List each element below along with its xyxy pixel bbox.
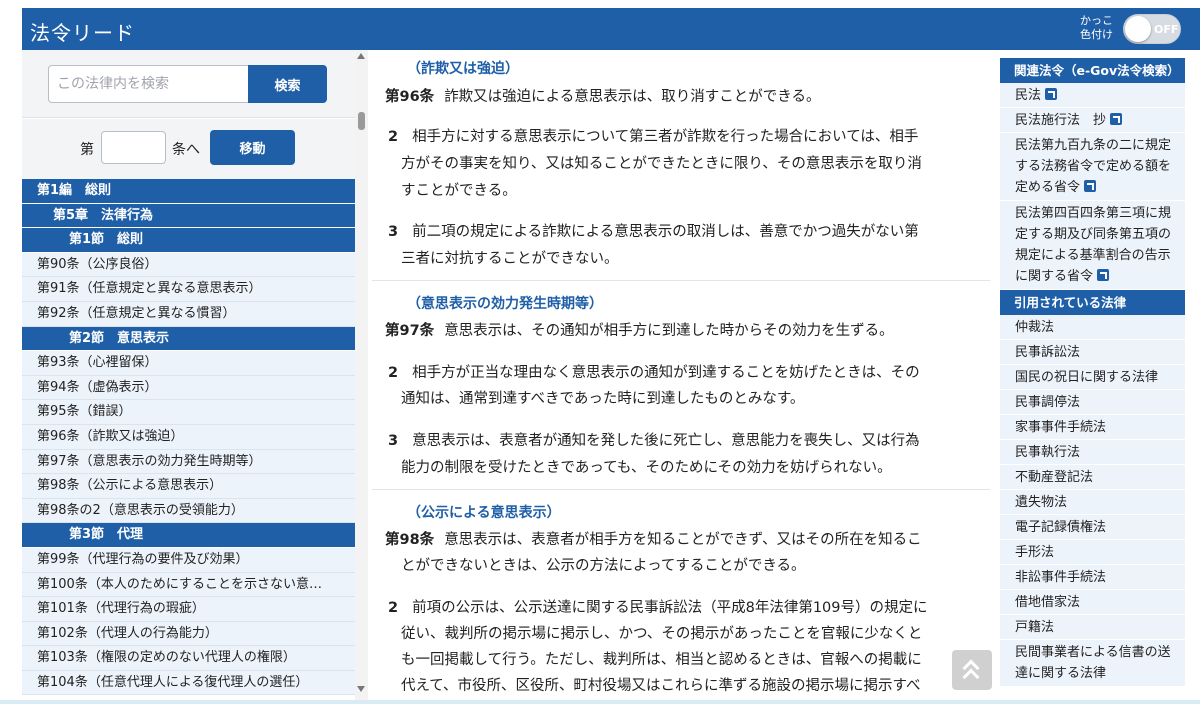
app-title: 法令リード bbox=[30, 21, 135, 45]
paragraph-number: 3 bbox=[388, 433, 399, 449]
cited-law-link[interactable]: 電子記録債権法 bbox=[1000, 515, 1185, 540]
table-of-contents: 第1編 総則 第5章 法律行為 第1節 総則 第90条（公序良俗） 第91条（任意規定と… bbox=[22, 179, 355, 696]
toggle-knob bbox=[1125, 16, 1151, 42]
bracket-color-toggle[interactable]: OFF bbox=[1123, 14, 1181, 44]
toc-article-link[interactable]: 第99条（代理行為の要件及び効果） bbox=[22, 547, 355, 573]
toc-article-link[interactable]: 第97条（意思表示の効力発生時期等） bbox=[22, 449, 355, 475]
toc-article-link[interactable]: 第101条（代理行為の瑕疵） bbox=[22, 597, 355, 622]
jump-prefix: 第 bbox=[80, 142, 94, 158]
related-law-link[interactable]: 民法第四百四条第三項に規 定する期及び同条第五項の 規定による基準割合の告示 に関する… bbox=[1000, 201, 1185, 290]
search-zone: 検索 bbox=[22, 50, 355, 118]
cited-law-link[interactable]: 民事調停法 bbox=[1000, 390, 1185, 415]
cited-law-link[interactable]: 民間事業者による信書の送 達に関する法律 bbox=[1000, 640, 1185, 687]
article-caption: （公示による意思表示） bbox=[407, 505, 561, 521]
toc-article-link[interactable]: 第96条（詐欺又は強迫） bbox=[22, 424, 355, 450]
scroll-thumb[interactable] bbox=[358, 112, 365, 130]
scroll-up-icon[interactable] bbox=[357, 53, 365, 59]
article-body: （詐欺又は強迫） 第96条 詐欺又は強迫による意思表示は、取り消すことができる。 … bbox=[372, 50, 990, 704]
cited-law-link[interactable]: 手形法 bbox=[1000, 540, 1185, 565]
law-search-input[interactable] bbox=[48, 65, 248, 103]
jump-button[interactable]: 移動 bbox=[210, 130, 295, 165]
cited-law-link[interactable]: 遺失物法 bbox=[1000, 490, 1185, 515]
left-sidebar: 検索 第 条へ 移動 第1編 総則第5章 法律行為第1節 総則第90条（公序良俗… bbox=[22, 50, 355, 704]
cited-law-link[interactable]: 民事執行法 bbox=[1000, 440, 1185, 465]
paragraph-number: 2 bbox=[388, 365, 399, 381]
toc-article-link[interactable]: 第93条（心裡留保） bbox=[22, 351, 355, 376]
toc-article-link[interactable]: 第94条（虚偽表示） bbox=[22, 375, 355, 401]
toc-article-link[interactable]: 第104条（任意代理人による復代理人の選任） bbox=[22, 670, 355, 696]
paragraph-number: 2 bbox=[388, 600, 399, 616]
toc-article-link[interactable]: 第90条（公序良俗） bbox=[22, 252, 355, 278]
article-97: （意思表示の効力発生時期等） 第97条 意思表示は、その通知が相手方に到達した時か… bbox=[372, 280, 990, 489]
toggle-state: OFF bbox=[1154, 23, 1179, 36]
right-sidebar: 関連法令（e-Gov法令検索） 民法 民法施行法 抄民法第九百九条の二に規定 する法… bbox=[1000, 58, 1185, 704]
external-link-icon bbox=[1045, 88, 1058, 100]
toc-heading[interactable]: 第1節 総則 bbox=[22, 228, 355, 253]
cited-laws-heading: 引用されている法律 bbox=[1000, 290, 1185, 315]
article-number: 第98条 bbox=[385, 532, 435, 548]
cited-law-link[interactable]: 非訟事件手続法 bbox=[1000, 565, 1185, 590]
toc-article-link[interactable]: 第92条（任意規定と異なる慣習） bbox=[22, 301, 355, 327]
toc-article-link[interactable]: 第102条（代理人の行為能力） bbox=[22, 621, 355, 647]
article-number: 第97条 bbox=[385, 323, 435, 339]
app-header: 法令リード かっこ 色付け OFF bbox=[22, 8, 1200, 50]
cited-law-link[interactable]: 借地借家法 bbox=[1000, 590, 1185, 615]
bracket-color-label: かっこ 色付け bbox=[1080, 14, 1113, 41]
cited-law-link[interactable]: 家事事件手続法 bbox=[1000, 415, 1185, 440]
toc-scrollbar[interactable] bbox=[355, 50, 368, 704]
toc-article-link[interactable]: 第95条（錯誤） bbox=[22, 400, 355, 425]
paragraph-number: 3 bbox=[388, 224, 399, 240]
scroll-down-icon[interactable] bbox=[357, 686, 365, 692]
toc-article-link[interactable]: 第98条の2（意思表示の受領能力） bbox=[22, 498, 355, 524]
article-96: （詐欺又は強迫） 第96条 詐欺又は強迫による意思表示は、取り消すことができる。 … bbox=[372, 50, 990, 280]
toc-heading[interactable]: 第5章 法律行為 bbox=[22, 203, 355, 229]
bottom-edge bbox=[0, 700, 1200, 704]
article-jump: 第 条へ 移動 bbox=[22, 119, 355, 179]
article-caption: （意思表示の効力発生時期等） bbox=[407, 296, 603, 312]
search-button[interactable]: 検索 bbox=[248, 65, 327, 103]
cited-law-link[interactable]: 国民の祝日に関する法律 bbox=[1000, 365, 1185, 390]
scroll-to-top-button[interactable] bbox=[952, 650, 992, 690]
article-number: 第96条 bbox=[385, 89, 435, 105]
toc-article-link[interactable]: 第100条（本人のためにすることを示さない意… bbox=[22, 572, 355, 598]
related-laws-heading: 関連法令（e-Gov法令検索） bbox=[1000, 58, 1185, 83]
external-link-icon bbox=[1110, 113, 1123, 125]
toc-heading[interactable]: 第1編 総則 bbox=[22, 179, 355, 204]
external-link-icon bbox=[1084, 180, 1097, 192]
toc-article-link[interactable]: 第91条（任意規定と異なる意思表示） bbox=[22, 277, 355, 302]
cited-law-link[interactable]: 不動産登記法 bbox=[1000, 465, 1185, 490]
cited-law-link[interactable]: 民事訴訟法 bbox=[1000, 340, 1185, 365]
article-caption: （詐欺又は強迫） bbox=[407, 61, 519, 77]
toc-article-link[interactable]: 第103条（権限の定めのない代理人の権限） bbox=[22, 646, 355, 671]
top-strip bbox=[0, 0, 1200, 8]
related-laws-list: 民法 民法施行法 抄民法第九百九条の二に規定 する法務省令で定める額を 定める省令 民法… bbox=[1000, 83, 1185, 290]
toc-heading[interactable]: 第2節 意思表示 bbox=[22, 326, 355, 352]
cited-law-link[interactable]: 戸籍法 bbox=[1000, 615, 1185, 640]
toc-heading[interactable]: 第3節 代理 bbox=[22, 523, 355, 548]
related-law-link[interactable]: 民法施行法 抄 bbox=[1000, 108, 1185, 133]
jump-suffix: 条へ bbox=[172, 142, 200, 158]
cited-laws-list: 仲裁法 民事訴訟法 国民の祝日に関する法律 民事調停法 家事事件手続法 民事執行法 不動産登… bbox=[1000, 315, 1185, 687]
related-law-link[interactable]: 民法第九百九条の二に規定 する法務省令で定める額を 定める省令 bbox=[1000, 133, 1185, 201]
cited-law-link[interactable]: 仲裁法 bbox=[1000, 315, 1185, 340]
external-link-icon bbox=[1097, 269, 1110, 281]
toc-article-link[interactable]: 第98条（公示による意思表示） bbox=[22, 474, 355, 499]
related-law-link[interactable]: 民法 bbox=[1000, 83, 1185, 108]
paragraph-number: 2 bbox=[388, 129, 399, 145]
article-98: （公示による意思表示） 第98条 意思表示は、表意者が相手方を知ることができず、又… bbox=[372, 489, 990, 704]
article-number-input[interactable] bbox=[101, 131, 166, 164]
